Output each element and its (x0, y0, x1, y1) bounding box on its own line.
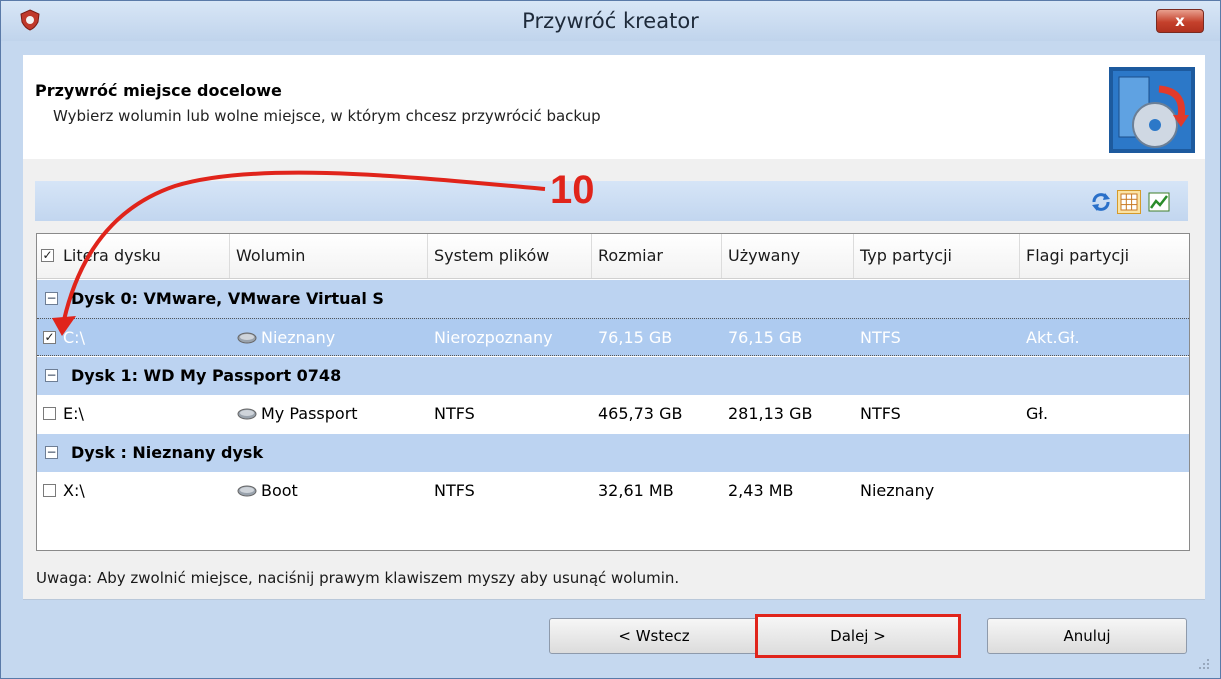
filesystem: Nierozpoznany (434, 328, 553, 347)
filesystem: NTFS (434, 481, 475, 500)
column-header-partition-type[interactable]: Typ partycji (854, 234, 1020, 278)
title-bar[interactable]: Przywróć kreator x (1, 1, 1220, 41)
cancel-button[interactable]: Anuluj (987, 618, 1187, 654)
window-title: Przywróć kreator (522, 9, 699, 33)
column-header-volume[interactable]: Wolumin (230, 234, 428, 278)
column-header-partition-flags[interactable]: Flagi partycji (1020, 234, 1189, 278)
row-checkbox[interactable] (43, 407, 56, 420)
hint-note: Uwaga: Aby zwolnić miejsce, naciśnij pra… (36, 569, 680, 587)
table-header: ✓ Litera dysku Wolumin System plików Roz… (37, 234, 1189, 279)
partition-flags: Akt.Gł. (1026, 328, 1080, 347)
disk-group-label: Dysk : Nieznany dysk (71, 443, 264, 462)
partition-type: NTFS (860, 404, 901, 423)
disk-group-row[interactable]: − Dysk : Nieznany dysk (37, 433, 1189, 472)
drive-letter: E:\ (63, 404, 84, 423)
used: 2,43 MB (728, 481, 794, 500)
next-button[interactable]: Dalej > (755, 614, 961, 658)
grid-view-icon[interactable] (1117, 190, 1141, 214)
row-checkbox[interactable]: ✓ (43, 331, 56, 344)
view-toolbar (35, 181, 1188, 221)
partition-type: NTFS (860, 328, 901, 347)
partition-type: Nieznany (860, 481, 935, 500)
column-header-filesystem[interactable]: System plików (428, 234, 592, 278)
disk-group-label: Dysk 0: VMware, VMware Virtual S (71, 289, 384, 308)
page-subtitle: Wybierz wolumin lub wolne miejsce, w któ… (53, 107, 601, 125)
restore-wizard-window: Przywróć kreator x Przywróć miejsce doce… (0, 0, 1221, 679)
collapse-icon[interactable]: − (45, 369, 58, 382)
row-checkbox[interactable] (43, 484, 56, 497)
volume-name: Boot (261, 481, 298, 500)
chart-view-icon[interactable] (1147, 190, 1171, 214)
back-button[interactable]: < Wstecz (549, 618, 759, 654)
restore-disk-icon (1109, 67, 1195, 153)
drive-letter: C:\ (63, 328, 85, 347)
column-label: Litera dysku (63, 246, 161, 265)
volume-cell: Nieznany (237, 328, 335, 347)
refresh-icon[interactable] (1089, 190, 1113, 214)
table-row[interactable]: ✓ C:\ Nieznany Nierozpoznany 76,15 GB 76… (37, 318, 1189, 356)
table-row[interactable]: E:\ My Passport NTFS 465,73 GB 281,13 GB… (37, 395, 1189, 433)
drive-icon (237, 332, 257, 344)
footer-divider (23, 599, 1205, 600)
column-header-used[interactable]: Używany (722, 234, 854, 278)
drive-letter: X:\ (63, 481, 85, 500)
drive-icon (237, 408, 257, 420)
disk-group-row[interactable]: − Dysk 0: VMware, VMware Virtual S (37, 279, 1189, 318)
disk-group-row[interactable]: − Dysk 1: WD My Passport 0748 (37, 356, 1189, 395)
collapse-icon[interactable]: − (45, 446, 58, 459)
volume-name: Nieznany (261, 328, 336, 347)
select-all-checkbox[interactable]: ✓ (41, 249, 54, 262)
step-number-label: 10 (550, 168, 595, 212)
disk-group-label: Dysk 1: WD My Passport 0748 (71, 366, 342, 385)
column-header-size[interactable]: Rozmiar (592, 234, 722, 278)
volume-cell: Boot (237, 481, 298, 500)
partition-flags: Gł. (1026, 404, 1049, 423)
grid-glyph (1120, 193, 1138, 211)
used: 281,13 GB (728, 404, 813, 423)
filesystem: NTFS (434, 404, 475, 423)
volume-table: ✓ Litera dysku Wolumin System plików Roz… (36, 233, 1190, 551)
size: 76,15 GB (598, 328, 673, 347)
close-icon: x (1175, 12, 1185, 30)
table-row[interactable]: X:\ Boot NTFS 32,61 MB 2,43 MB Nieznany (37, 472, 1189, 510)
resize-grip-icon[interactable] (1198, 658, 1210, 670)
page-title: Przywróć miejsce docelowe (35, 81, 282, 100)
wizard-header: Przywróć miejsce docelowe Wybierz wolumi… (23, 55, 1205, 160)
size: 465,73 GB (598, 404, 683, 423)
collapse-icon[interactable]: − (45, 292, 58, 305)
drive-icon (237, 485, 257, 497)
column-header-drive-letter[interactable]: ✓ Litera dysku (37, 234, 230, 278)
close-button[interactable]: x (1156, 9, 1204, 33)
used: 76,15 GB (728, 328, 803, 347)
volume-cell: My Passport (237, 404, 358, 423)
size: 32,61 MB (598, 481, 674, 500)
content-area: ✓ Litera dysku Wolumin System plików Roz… (23, 159, 1205, 599)
volume-name: My Passport (261, 404, 358, 423)
